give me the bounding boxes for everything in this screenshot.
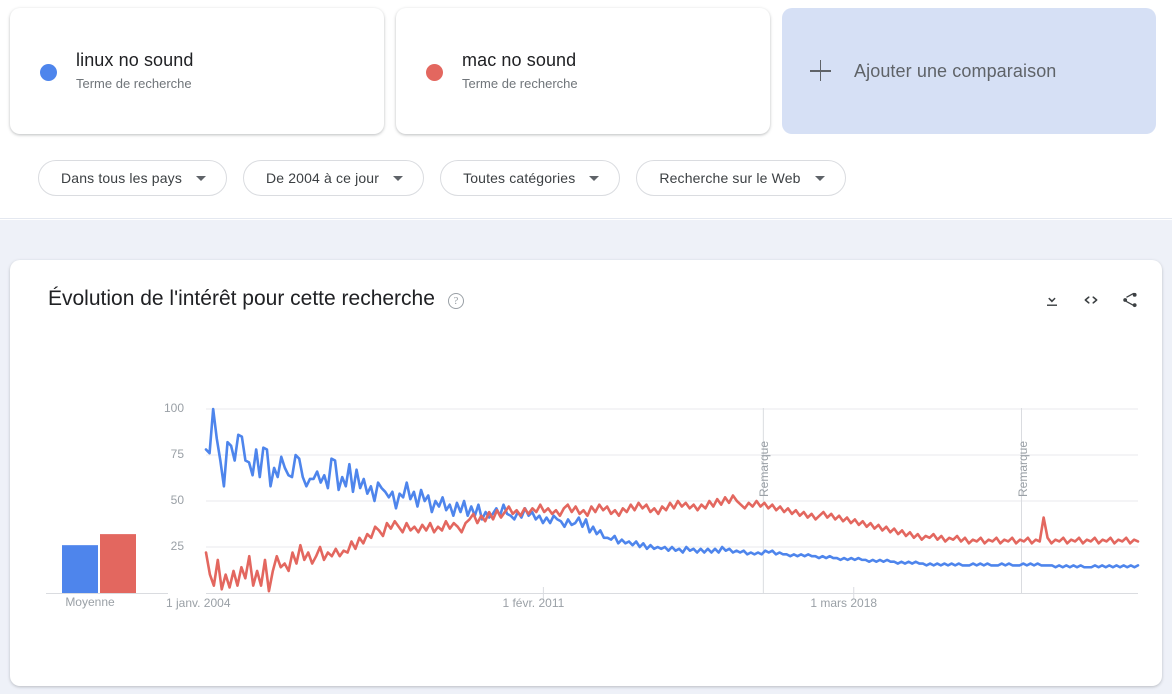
add-comparison-label: Ajouter une comparaison (854, 60, 1057, 81)
filter-bar: Dans tous les pays De 2004 à ce jour Tou… (38, 160, 846, 196)
search-header: linux no sound Terme de recherche mac no… (0, 0, 1172, 220)
y-axis-tick-label: 50 (170, 493, 184, 507)
chevron-down-icon (814, 175, 825, 181)
search-term-card-2[interactable]: mac no sound Terme de recherche (396, 8, 770, 134)
filter-category[interactable]: Toutes catégories (440, 160, 621, 196)
average-axis-label: Moyenne (65, 595, 115, 609)
search-term-card-1[interactable]: linux no sound Terme de recherche (10, 8, 384, 134)
search-term-label-2: mac no sound (462, 50, 577, 70)
series-dot-red (426, 63, 443, 81)
filter-search-type-label: Recherche sur le Web (659, 170, 801, 186)
search-term-type-2: Terme de recherche (462, 76, 578, 91)
y-axis-tick-label: 25 (170, 539, 184, 553)
annotation-label: Remarque (757, 441, 772, 498)
filter-time-range[interactable]: De 2004 à ce jour (242, 160, 425, 196)
x-axis-tick-label: 1 févr. 2011 (502, 596, 565, 610)
trends-line-chart[interactable] (10, 260, 1162, 686)
y-axis-tick-label: 75 (170, 447, 184, 461)
search-term-text-1: linux no sound Terme de recherche (76, 49, 194, 93)
search-term-type-1: Terme de recherche (76, 76, 192, 91)
search-term-label-1: linux no sound (76, 50, 194, 70)
header-divider (0, 218, 1172, 219)
average-bar (62, 545, 98, 593)
search-term-text-2: mac no sound Terme de recherche (462, 49, 578, 93)
chevron-down-icon (195, 175, 206, 181)
search-term-cards: linux no sound Terme de recherche mac no… (10, 8, 1156, 134)
filter-location[interactable]: Dans tous les pays (38, 160, 227, 196)
interest-over-time-card: Évolution de l'intérêt pour cette recher… (10, 260, 1162, 686)
series-dot-blue (40, 63, 57, 81)
x-axis-tick-label: 1 janv. 2004 (166, 596, 231, 610)
chevron-down-icon (393, 175, 404, 181)
x-axis-tick-label: 1 mars 2018 (810, 596, 878, 610)
annotation-label: Remarque (1015, 441, 1030, 498)
add-comparison-button[interactable]: Ajouter une comparaison (782, 8, 1156, 134)
y-axis-tick-label: 100 (163, 401, 184, 415)
series-line (204, 407, 1140, 569)
average-bar (100, 534, 136, 593)
filter-category-label: Toutes catégories (463, 170, 576, 186)
filter-location-label: Dans tous les pays (61, 170, 182, 186)
filter-time-range-label: De 2004 à ce jour (265, 170, 380, 186)
plus-icon (810, 60, 832, 82)
trends-page: linux no sound Terme de recherche mac no… (0, 0, 1172, 694)
filter-search-type[interactable]: Recherche sur le Web (636, 160, 846, 196)
series-line (204, 494, 1140, 593)
chevron-down-icon (589, 175, 600, 181)
